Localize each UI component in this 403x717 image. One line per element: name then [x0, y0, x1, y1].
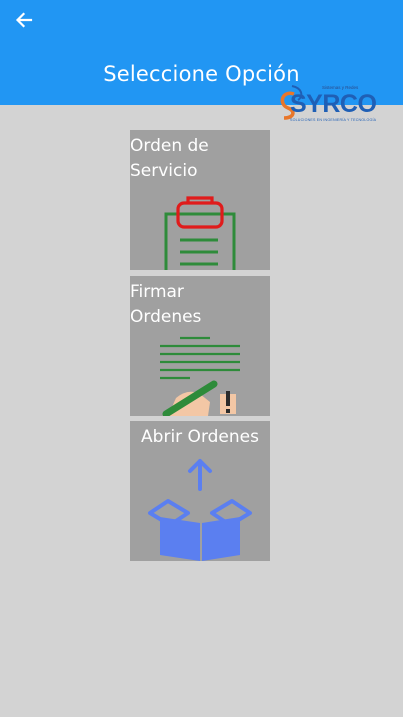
arrow-left-icon	[15, 12, 33, 28]
option-firmar-ordenes[interactable]: Firmar Ordenes	[130, 276, 270, 416]
logo-brand: SYRCO	[290, 90, 377, 118]
clipboard-icon	[164, 196, 236, 270]
sign-document-icon	[160, 336, 240, 416]
syrco-logo: Sistemas y Redes SYRCO SOLUCIONES EN ING…	[276, 82, 386, 126]
open-box-icon	[148, 459, 252, 561]
option-abrir-ordenes[interactable]: Abrir Ordenes	[130, 421, 270, 561]
back-button[interactable]	[10, 7, 38, 33]
logo-subtitle: SOLUCIONES EN INGENIERÍA Y TECNOLOGÍA	[290, 118, 377, 122]
option-orden-servicio[interactable]: Orden de Servicio	[130, 130, 270, 270]
